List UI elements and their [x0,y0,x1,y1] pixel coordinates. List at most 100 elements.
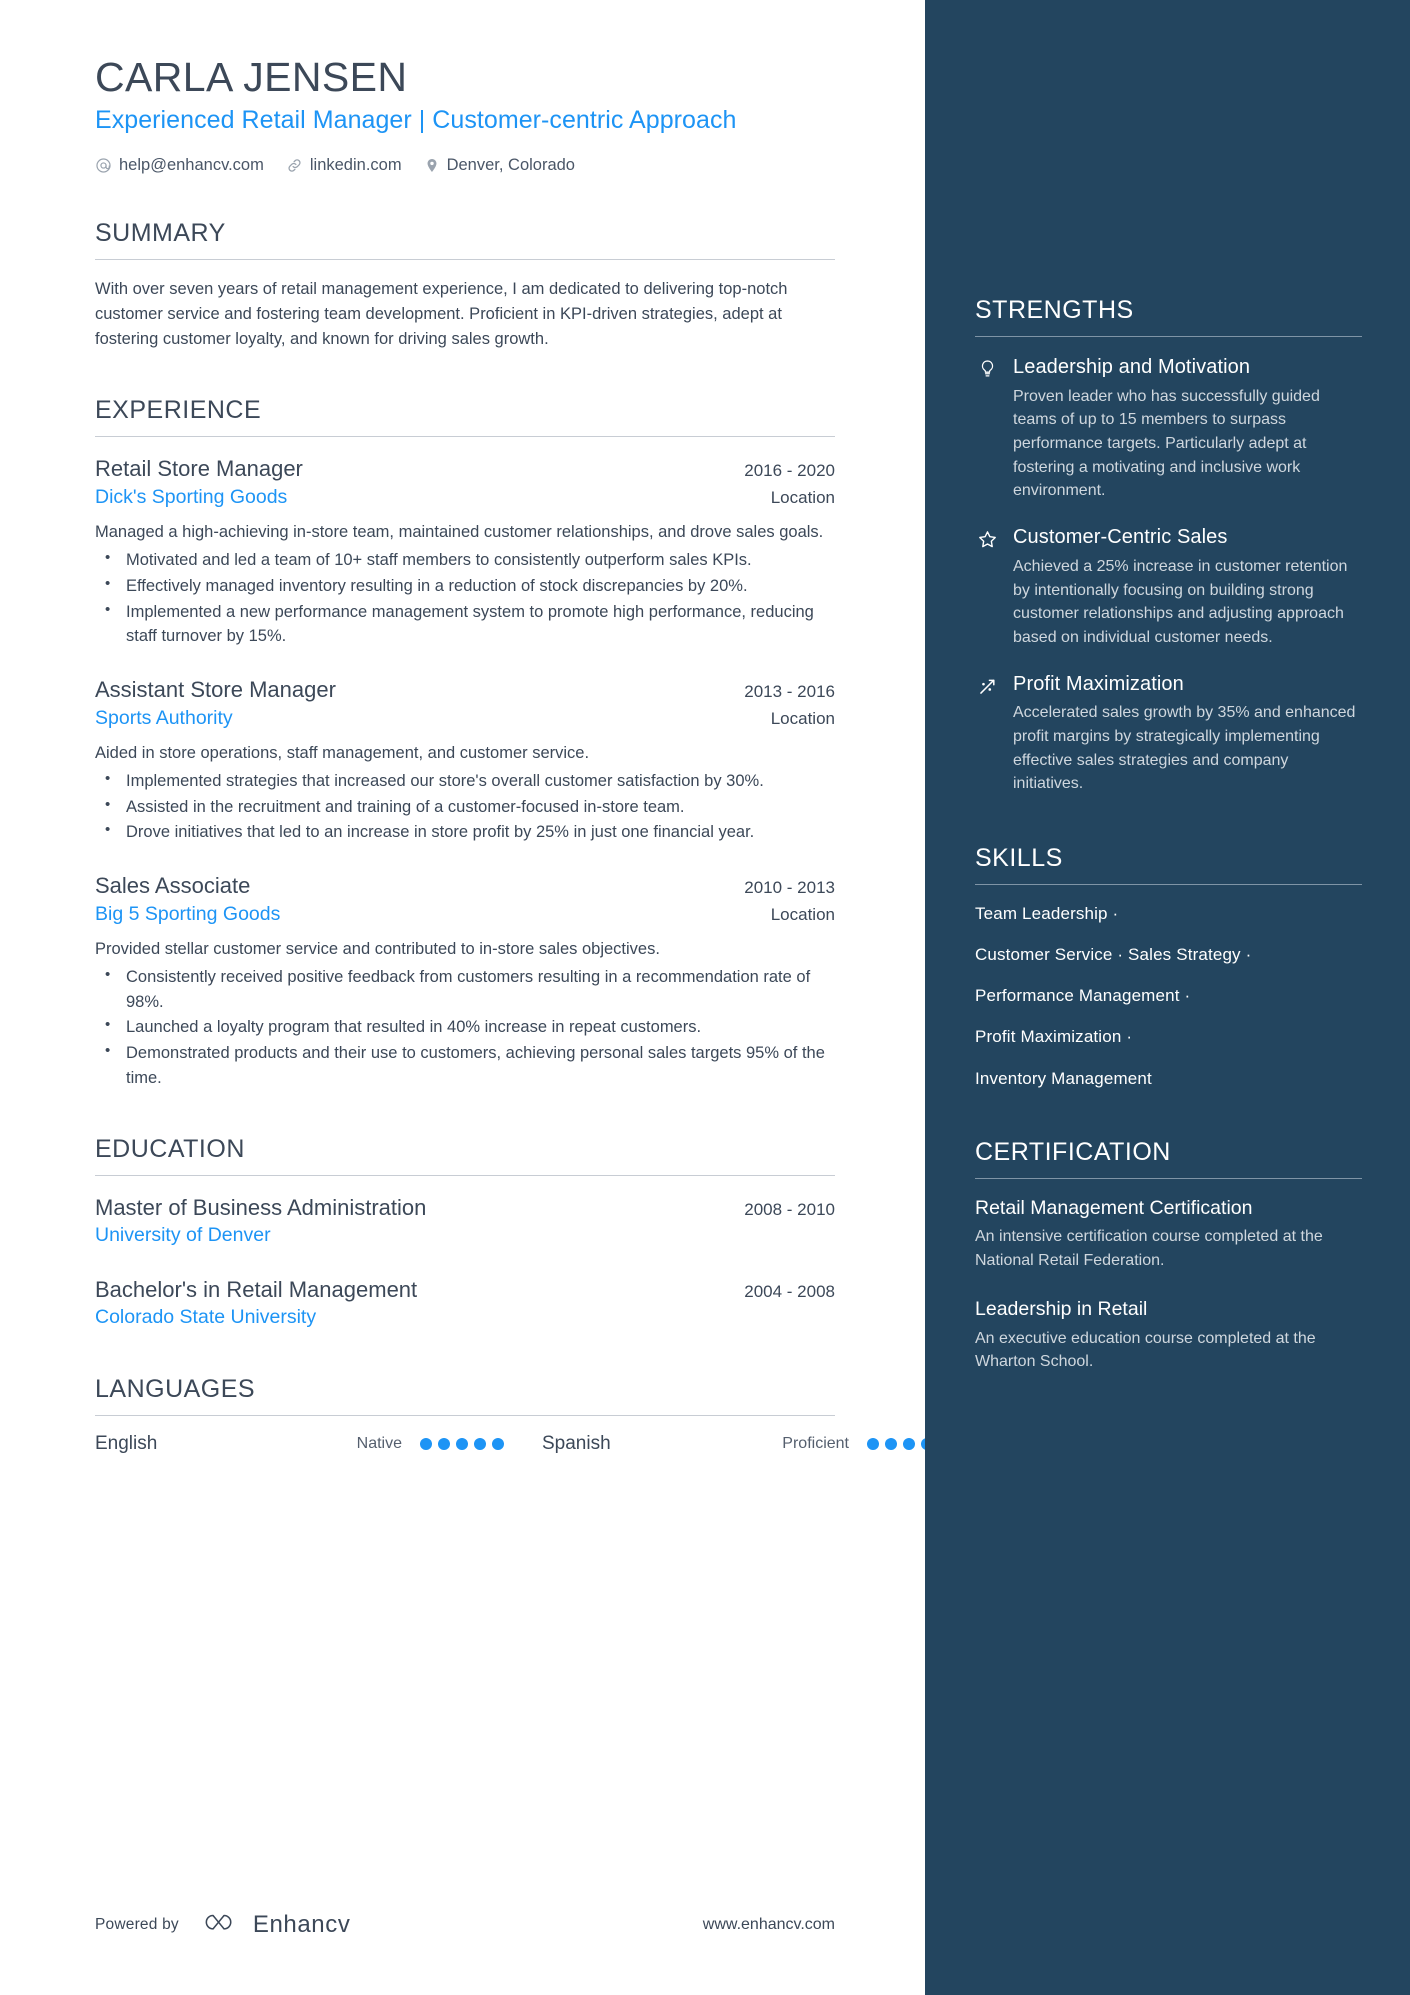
certification-item: Leadership in Retail An executive educat… [975,1298,1362,1373]
rating-dot-filled [474,1437,486,1450]
star-icon [975,525,999,649]
language-level: Native [356,1434,402,1452]
experience-location: Location [770,708,835,728]
education-school[interactable]: Colorado State University [95,1304,835,1330]
language-level: Proficient [782,1434,849,1452]
experience-bullet: Demonstrated products and their use to c… [95,1040,835,1091]
strength-name: Leadership and Motivation [1013,356,1251,378]
contact-location: Denver, Colorado [424,156,575,175]
experience-role: Assistant Store Manager [95,677,336,703]
experience-entry: Sales Associate 2010 - 2013 Big 5 Sporti… [95,871,835,1091]
summary-divider [95,258,835,260]
experience-bullet: Consistently received positive feedback … [95,964,835,1015]
experience-description: Aided in store operations, staff managem… [95,744,590,763]
rating-dot-filled [903,1437,915,1450]
header-block: CARLA JENSEN Experienced Retail Manager … [95,52,835,175]
rating-dot-filled [456,1437,468,1450]
education-degree: Master of Business Administration [95,1194,427,1220]
powered-by-label: Powered by [95,1915,179,1933]
experience-divider [95,436,835,438]
experience-entry: Assistant Store Manager 2013 - 2016 Spor… [95,675,835,845]
lightbulb-icon [975,355,999,503]
certification-name: Retail Management Certification [975,1196,1253,1219]
sidebar: STRENGTHS Leadership and Motivation Prov… [925,0,1410,1995]
strength-item: Profit Maximization Accelerated sales gr… [975,672,1362,796]
strength-name: Customer-Centric Sales [1013,526,1228,549]
experience-date: 2010 - 2013 [744,878,835,898]
language-item: Spanish Proficient [542,1433,951,1455]
experience-description: Provided stellar customer service and co… [95,940,660,959]
strength-description: Accelerated sales growth by 35% and enha… [1013,704,1356,793]
experience-entry-heading: Sales Associate 2010 - 2013 [95,871,835,901]
strength-body: Profit Maximization Accelerated sales gr… [1013,672,1362,796]
contact-location-text: Denver, Colorado [446,155,575,174]
certification-item: Retail Management Certification An inten… [975,1197,1362,1272]
strength-item: Customer-Centric Sales Achieved a 25% in… [975,525,1362,649]
experience-entry-heading: Assistant Store Manager 2013 - 2016 [95,675,835,705]
experience-entry: Retail Store Manager 2016 - 2020 Dick's … [95,454,835,649]
contact-linkedin-text: linkedin.com [309,155,402,174]
skills-section-title: SKILLS [975,844,1063,873]
strength-body: Customer-Centric Sales Achieved a 25% in… [1013,525,1362,649]
strengths-section-title: STRENGTHS [975,296,1134,324]
rating-dot-filled [492,1437,504,1450]
strengths-divider [975,336,1362,337]
enhancv-brand-name: Enhancv [252,1910,351,1938]
experience-bullet: Motivated and led a team of 10+ staff me… [95,547,835,573]
main-column: CARLA JENSEN Experienced Retail Manager … [0,0,951,1995]
languages-section-title: LANGUAGES [95,1374,256,1403]
experience-company[interactable]: Sports Authority [95,705,233,731]
education-section-title: EDUCATION [95,1134,245,1163]
strength-description: Achieved a 25% increase in customer rete… [1013,557,1348,646]
rating-dot-filled [420,1437,432,1450]
certification-section: CERTIFICATION Retail Management Certific… [975,1138,1362,1373]
experience-entry-subheading: Big 5 Sporting Goods Location [95,901,835,927]
education-school[interactable]: University of Denver [95,1222,835,1248]
trending-up-icon [975,672,999,796]
strength-name: Profit Maximization [1013,672,1184,695]
education-entry-heading: Master of Business Administration 2008 -… [95,1193,835,1223]
languages-divider [95,1414,835,1416]
experience-bullets: Consistently received positive feedback … [95,964,835,1091]
experience-bullet: Drove initiatives that led to an increas… [95,819,835,845]
education-section: EDUCATION Master of Business Administrat… [95,1135,835,1331]
experience-section: EXPERIENCE Retail Store Manager 2016 - 2… [95,396,835,1090]
certification-description: An intensive certification course comple… [975,1228,1323,1269]
certification-section-title: CERTIFICATION [975,1137,1171,1166]
candidate-name: CARLA JENSEN [95,54,408,100]
summary-section: SUMMARY With over seven years of retail … [95,219,835,353]
contact-row: help@enhancv.com linkedin.com Denver, Co… [95,156,835,175]
experience-role: Sales Associate [95,873,251,899]
experience-entry-subheading: Sports Authority Location [95,705,835,731]
footer-url[interactable]: www.enhancv.com [703,1916,835,1934]
strength-body: Leadership and Motivation Proven leader … [1013,355,1362,503]
experience-entry-subheading: Dick's Sporting Goods Location [95,484,835,510]
resume-page: CARLA JENSEN Experienced Retail Manager … [0,0,1410,1995]
experience-date: 2016 - 2020 [744,461,835,481]
contact-email[interactable]: help@enhancv.com [95,156,264,175]
experience-company[interactable]: Dick's Sporting Goods [95,484,287,510]
experience-location: Location [770,904,835,924]
education-date: 2008 - 2010 [744,1199,835,1219]
skill-line: Inventory Management [975,1068,1152,1088]
experience-company[interactable]: Big 5 Sporting Goods [95,901,280,927]
language-rating [420,1437,504,1450]
experience-bullet: Implemented a new performance management… [95,599,835,650]
link-icon [286,157,303,174]
education-degree: Bachelor's in Retail Management [95,1276,418,1302]
skill-line: Performance Management · [975,986,1191,1006]
contact-linkedin[interactable]: linkedin.com [286,156,402,175]
education-entry: Bachelor's in Retail Management 2004 - 2… [95,1275,835,1331]
languages-section: LANGUAGES English Native Spanish Profici… [95,1374,951,1455]
education-entry: Master of Business Administration 2008 -… [95,1193,835,1249]
at-icon [95,157,112,174]
education-date: 2004 - 2008 [744,1281,835,1301]
powered-by-block: Powered by Enhancv [95,1909,350,1940]
language-name: Spanish [542,1432,611,1454]
enhancv-brand: Enhancv [197,1909,351,1940]
certification-divider [975,1177,1362,1179]
certification-name: Leadership in Retail [975,1297,1148,1320]
skill-line: Profit Maximization · [975,1027,1133,1047]
contact-email-text: help@enhancv.com [119,155,264,174]
skills-divider [975,884,1362,886]
